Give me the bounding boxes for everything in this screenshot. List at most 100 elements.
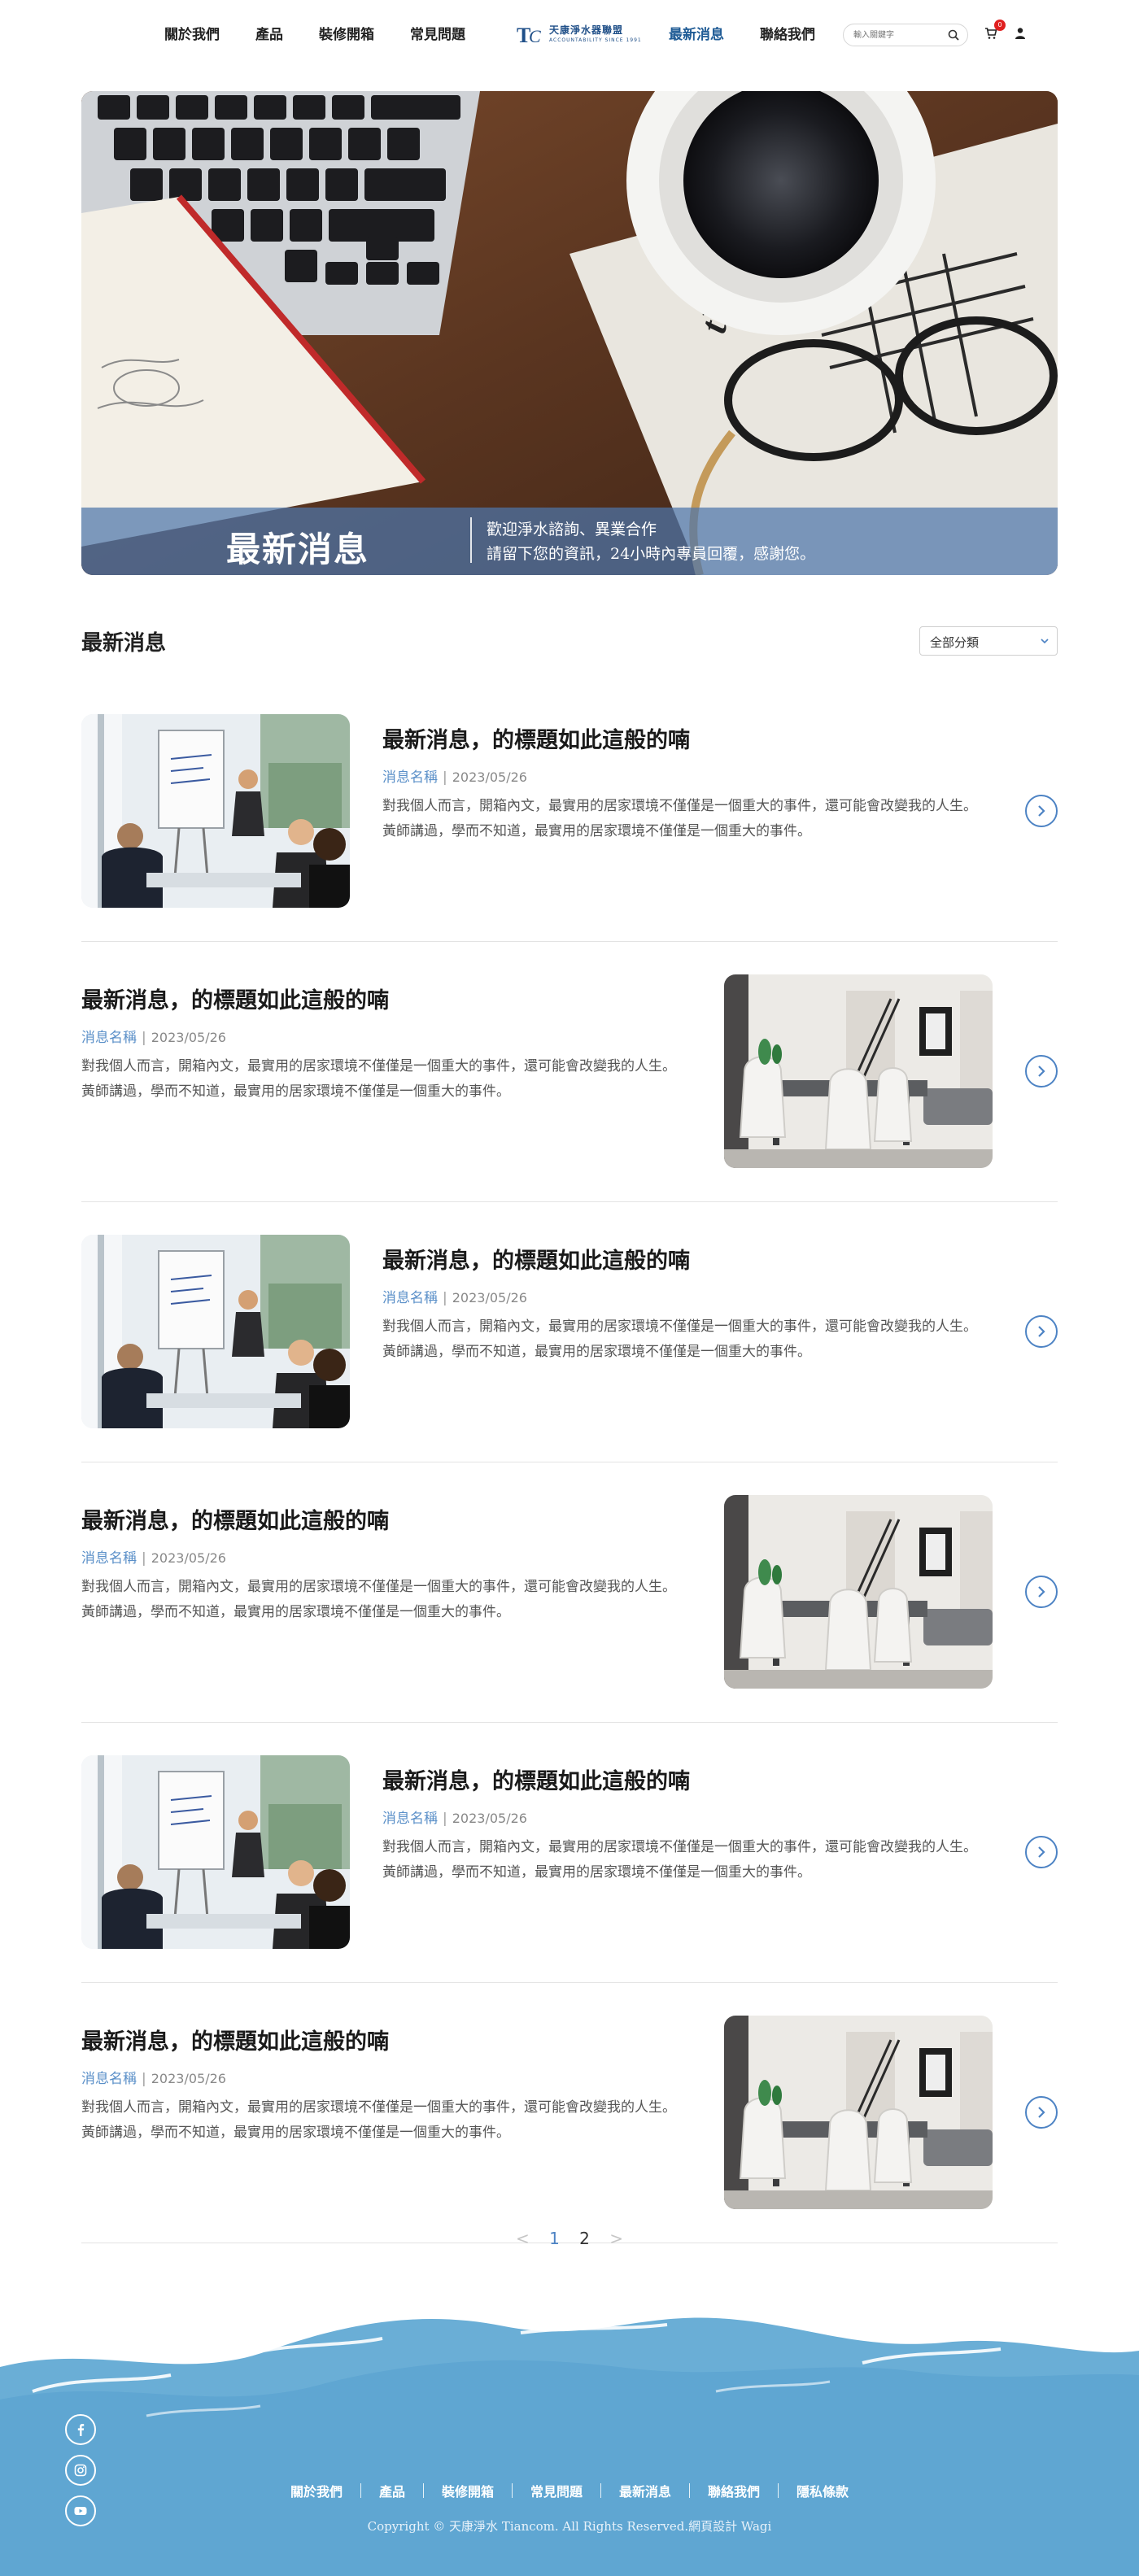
footer-nav-faq[interactable]: 常見問題 xyxy=(513,2481,600,2500)
hero-image: than the best xyxy=(81,91,1058,575)
hero-subtitle-1: 歡迎淨水諮詢、異業合作 xyxy=(487,521,657,538)
news-title[interactable]: 最新消息，的標題如此這般的喃 xyxy=(382,1763,984,1795)
news-title[interactable]: 最新消息，的標題如此這般的喃 xyxy=(81,2024,683,2055)
footer-nav-privacy[interactable]: 隱私條款 xyxy=(779,2481,866,2500)
news-item[interactable]: 最新消息，的標題如此這般的喃消息名稱 | 2023/05/26 對我個人而言，開箱內文… xyxy=(81,1723,1058,1983)
news-date: 2023/05/26 xyxy=(452,1811,527,1826)
category-dropdown[interactable]: 全部分類 xyxy=(919,626,1058,656)
news-meta-separator: | xyxy=(142,2071,146,2087)
news-meta: 消息名稱 | 2023/05/26 xyxy=(382,1286,984,1306)
meeting-photo xyxy=(81,1235,350,1428)
copyright-text: Copyright © 天康淨水 Tiancom. All Rights Res… xyxy=(367,2519,772,2534)
chevron-right-icon xyxy=(1038,1586,1045,1597)
news-meta: 消息名稱 | 2023/05/26 xyxy=(382,1807,984,1827)
news-thumbnail[interactable] xyxy=(724,1495,993,1689)
footer-nav-products[interactable]: 產品 xyxy=(361,2481,423,2500)
news-read-more-button[interactable] xyxy=(1025,1576,1058,1608)
nav-faq[interactable]: 常見問題 xyxy=(410,23,465,43)
logo-chinese: 天康淨水器聯盟 xyxy=(549,24,624,36)
news-thumbnail[interactable] xyxy=(81,714,350,908)
nav-right: 最新消息 聯絡我們 xyxy=(669,23,815,43)
news-thumbnail[interactable] xyxy=(724,974,993,1168)
meeting-photo xyxy=(81,1755,350,1949)
facebook-button[interactable] xyxy=(65,2414,96,2445)
news-description: 對我個人而言，開箱內文，最實用的居家環境不僅僅是一個重大的事件，還可能會改變我的… xyxy=(382,1839,977,1881)
footer-nav-renovation[interactable]: 裝修開箱 xyxy=(424,2481,512,2500)
footer-nav-news[interactable]: 最新消息 xyxy=(601,2481,689,2500)
news-description: 對我個人而言，開箱內文，最實用的居家環境不僅僅是一個重大的事件，還可能會改變我的… xyxy=(81,1579,676,1620)
news-meta: 消息名稱 | 2023/05/26 xyxy=(382,765,984,786)
news-text-block: 最新消息，的標題如此這般的喃消息名稱 | 2023/05/26 對我個人而言，開箱內文… xyxy=(382,1763,984,1885)
news-date: 2023/05/26 xyxy=(151,1550,226,1566)
pagination-page-2[interactable]: 2 xyxy=(579,2229,590,2248)
pagination: < 1 2 > xyxy=(0,2229,1139,2248)
logo-mark-icon: T C xyxy=(517,24,541,47)
news-item[interactable]: 最新消息，的標題如此這般的喃消息名稱 | 2023/05/26 對我個人而言，開箱內文… xyxy=(81,1983,1058,2243)
chevron-down-icon xyxy=(1041,639,1049,644)
nav-contact[interactable]: 聯絡我們 xyxy=(760,23,815,43)
news-description: 對我個人而言，開箱內文，最實用的居家環境不僅僅是一個重大的事件，還可能會改變我的… xyxy=(81,1058,676,1100)
news-category[interactable]: 消息名稱 xyxy=(382,1290,438,1306)
news-description: 對我個人而言，開箱內文，最實用的居家環境不僅僅是一個重大的事件，還可能會改變我的… xyxy=(382,798,977,839)
news-title[interactable]: 最新消息，的標題如此這般的喃 xyxy=(382,722,984,754)
news-read-more-button[interactable] xyxy=(1025,1315,1058,1348)
chevron-right-icon xyxy=(1038,1846,1045,1858)
news-description: 對我個人而言，開箱內文，最實用的居家環境不僅僅是一個重大的事件，還可能會改變我的… xyxy=(81,2099,676,2141)
svg-text:C: C xyxy=(529,26,541,46)
news-category[interactable]: 消息名稱 xyxy=(382,1811,438,1827)
youtube-icon xyxy=(74,2507,87,2515)
nav-renovation[interactable]: 裝修開箱 xyxy=(319,23,374,43)
logo-english: ACCOUNTABILITY SINCE 1991 xyxy=(549,37,642,43)
news-thumbnail[interactable] xyxy=(724,2016,993,2209)
news-text-block: 最新消息，的標題如此這般的喃 消息名稱 | 2023/05/26 對我個人而言，開箱內文… xyxy=(81,983,683,1105)
news-thumbnail[interactable] xyxy=(81,1235,350,1428)
instagram-icon xyxy=(74,2464,87,2477)
news-meta-separator: | xyxy=(443,1290,447,1306)
dining-room-photo xyxy=(724,2016,993,2209)
search-input[interactable] xyxy=(852,28,941,42)
news-title[interactable]: 最新消息，的標題如此這般的喃 xyxy=(81,1503,683,1535)
footer-nav-contact[interactable]: 聯絡我們 xyxy=(690,2481,778,2500)
news-category[interactable]: 消息名稱 xyxy=(81,1030,137,1046)
pagination-page-1[interactable]: 1 xyxy=(549,2229,560,2248)
chevron-right-icon xyxy=(1038,2107,1045,2118)
chevron-right-icon xyxy=(1038,805,1045,817)
news-meta-separator: | xyxy=(142,1030,146,1046)
nav-about[interactable]: 關於我們 xyxy=(164,23,220,43)
hero-subtitle-2: 請留下您的資訊，24小時內專員回覆，感謝您。 xyxy=(487,545,816,563)
footer-nav-about[interactable]: 關於我們 xyxy=(273,2481,360,2500)
pagination-prev-button[interactable]: < xyxy=(516,2229,530,2248)
news-category[interactable]: 消息名稱 xyxy=(81,1550,137,1567)
hero-title: 最新消息 xyxy=(226,530,370,569)
search-icon[interactable] xyxy=(948,29,959,41)
news-description: 對我個人而言，開箱內文，最實用的居家環境不僅僅是一個重大的事件，還可能會改變我的… xyxy=(382,1319,977,1360)
news-item[interactable]: 最新消息，的標題如此這般的喃消息名稱 | 2023/05/26 對我個人而言，開箱內文… xyxy=(81,1202,1058,1462)
meeting-photo xyxy=(81,714,350,908)
news-category[interactable]: 消息名稱 xyxy=(382,769,438,786)
news-category[interactable]: 消息名稱 xyxy=(81,2071,137,2087)
dining-room-photo xyxy=(724,974,993,1168)
news-item[interactable]: 最新消息，的標題如此這般的喃 消息名稱 | 2023/05/26 對我個人而言，開箱內文… xyxy=(81,1462,1058,1723)
news-date: 2023/05/26 xyxy=(452,1290,527,1305)
news-read-more-button[interactable] xyxy=(1025,795,1058,827)
site-logo[interactable]: T C 天康淨水器聯盟 ACCOUNTABILITY SINCE 1991 xyxy=(517,21,641,49)
news-item[interactable]: 最新消息，的標題如此這般的喃消息名稱 | 2023/05/26 對我個人而言，開箱內文… xyxy=(81,682,1058,942)
news-read-more-button[interactable] xyxy=(1025,1055,1058,1087)
news-date: 2023/05/26 xyxy=(151,2071,226,2086)
search-box xyxy=(843,24,968,46)
news-text-block: 最新消息，的標題如此這般的喃消息名稱 | 2023/05/26 對我個人而言，開箱內文… xyxy=(382,1243,984,1365)
nav-products[interactable]: 產品 xyxy=(255,23,283,43)
hero-divider xyxy=(470,517,472,563)
news-title[interactable]: 最新消息，的標題如此這般的喃 xyxy=(81,983,683,1014)
nav-news[interactable]: 最新消息 xyxy=(669,23,724,43)
pagination-next-button[interactable]: > xyxy=(609,2229,623,2248)
news-item[interactable]: 最新消息，的標題如此這般的喃 消息名稱 | 2023/05/26 對我個人而言，開箱內文… xyxy=(81,942,1058,1202)
news-read-more-button[interactable] xyxy=(1025,2096,1058,2129)
news-title[interactable]: 最新消息，的標題如此這般的喃 xyxy=(382,1243,984,1275)
cart-count-badge: 0 xyxy=(994,20,1006,31)
news-read-more-button[interactable] xyxy=(1025,1836,1058,1868)
news-thumbnail[interactable] xyxy=(81,1755,350,1949)
section-title: 最新消息 xyxy=(81,631,167,656)
user-icon[interactable] xyxy=(1014,27,1027,40)
news-text-block: 最新消息，的標題如此這般的喃 消息名稱 | 2023/05/26 對我個人而言，開箱內文… xyxy=(81,1503,683,1625)
